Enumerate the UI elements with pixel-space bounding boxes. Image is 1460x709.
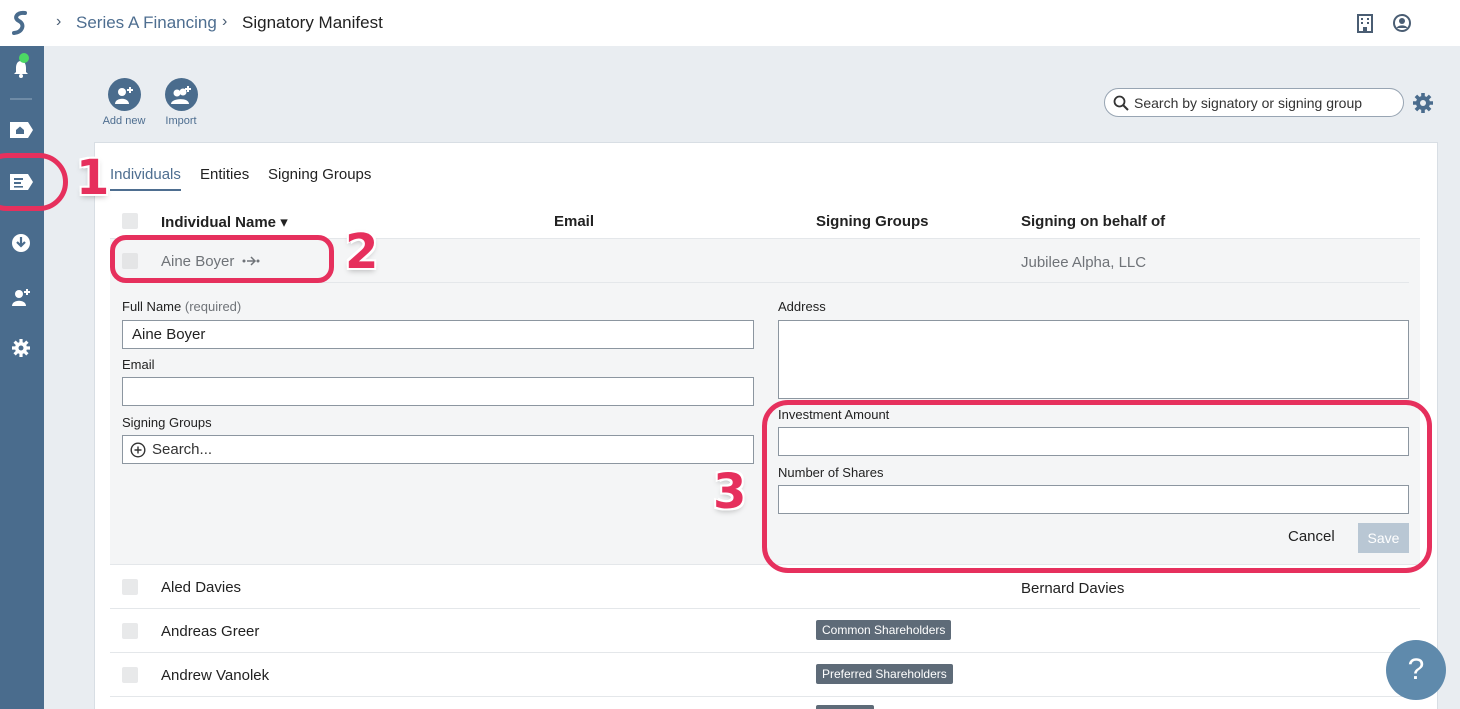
help-button[interactable]: ? — [1386, 640, 1446, 700]
table-row-name[interactable]: Andreas Greer — [161, 623, 259, 640]
address-textarea[interactable] — [778, 320, 1409, 399]
tab-entities[interactable]: Entities — [200, 166, 249, 183]
address-label: Address — [778, 299, 826, 314]
annotation-ring-2 — [110, 235, 334, 283]
signing-group-badge[interactable]: Common Shareholders — [816, 620, 952, 640]
import-users-icon — [164, 78, 198, 111]
signing-groups-placeholder: Search... — [152, 441, 213, 458]
table-row-name[interactable]: Andrew Vanolek — [161, 667, 269, 684]
home-icon — [10, 122, 33, 138]
chevron-right-icon: › — [56, 13, 62, 30]
column-header-name[interactable]: Individual Name ▾ — [161, 213, 288, 231]
add-circle-icon — [130, 442, 146, 458]
email-label: Email — [122, 357, 155, 372]
import-button[interactable]: Import — [151, 78, 211, 127]
email-input[interactable] — [122, 377, 754, 406]
full-name-label: Full Name (required) — [122, 299, 242, 314]
page-title: Signatory Manifest — [242, 13, 383, 32]
user-account-icon[interactable] — [1391, 12, 1413, 34]
notification-dot — [19, 53, 29, 63]
download-icon — [12, 234, 30, 252]
annotation-number-1: 1 — [76, 150, 110, 206]
sidebar-item-settings[interactable] — [6, 333, 36, 363]
column-header-signing-groups[interactable]: Signing Groups — [816, 213, 929, 230]
full-name-input[interactable]: Aine Boyer — [122, 320, 754, 349]
app-logo-icon[interactable] — [9, 10, 31, 36]
sidebar-divider — [10, 98, 32, 100]
top-bar: › Series A Financing › Signatory Manifes… — [0, 0, 1460, 46]
active-tab-indicator — [110, 189, 181, 191]
sidebar — [0, 46, 44, 709]
add-user-icon — [12, 289, 30, 306]
signing-group-badge[interactable]: Preferred Shareholders — [816, 664, 953, 684]
add-new-button[interactable]: Add new — [94, 78, 154, 127]
table-row-behalf: Bernard Davies — [1021, 580, 1125, 597]
settings-gear-icon[interactable] — [1411, 91, 1435, 115]
gear-icon — [12, 339, 30, 357]
breadcrumb-parent-link[interactable]: Series A Financing — [76, 13, 217, 33]
signing-groups-search[interactable]: Search... — [122, 435, 754, 464]
column-header-email[interactable]: Email — [554, 213, 594, 230]
add-new-label: Add new — [102, 115, 146, 127]
annotation-ring-1 — [0, 153, 68, 211]
annotation-ring-3 — [762, 400, 1432, 573]
tab-individuals[interactable]: Individuals — [110, 166, 181, 183]
building-icon[interactable] — [1354, 12, 1376, 34]
sidebar-item-home[interactable] — [6, 115, 36, 145]
sidebar-item-download[interactable] — [6, 228, 36, 258]
search-input[interactable] — [1134, 93, 1394, 113]
row-divider — [110, 652, 1420, 653]
search-icon — [1113, 95, 1129, 111]
sidebar-item-add-user[interactable] — [6, 282, 36, 312]
chevron-right-icon: › — [222, 13, 228, 30]
import-label: Import — [165, 115, 197, 127]
search-box — [1104, 88, 1404, 117]
annotation-number-2: 2 — [345, 224, 379, 280]
add-user-icon — [107, 78, 141, 111]
select-all-checkbox[interactable] — [122, 213, 138, 229]
annotation-number-3: 3 — [713, 464, 747, 520]
row-divider — [110, 608, 1420, 609]
table-row-name[interactable]: Aled Davies — [161, 579, 241, 596]
column-header-behalf[interactable]: Signing on behalf of — [1021, 213, 1165, 230]
row-checkbox[interactable] — [122, 667, 138, 683]
row-divider — [110, 696, 1420, 697]
signing-groups-label: Signing Groups — [122, 415, 212, 430]
row-checkbox[interactable] — [122, 623, 138, 639]
signing-group-badge[interactable] — [816, 705, 874, 709]
row-checkbox[interactable] — [122, 579, 138, 595]
expanded-row-behalf: Jubilee Alpha, LLC — [1021, 254, 1147, 271]
tab-signing-groups[interactable]: Signing Groups — [268, 166, 371, 183]
